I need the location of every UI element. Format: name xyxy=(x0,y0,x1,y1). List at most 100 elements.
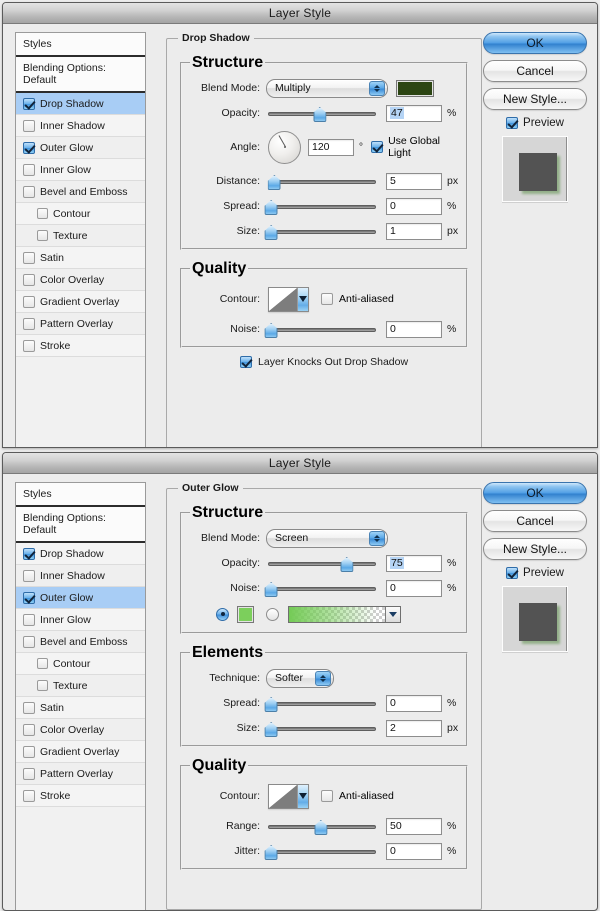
checkbox-icon[interactable] xyxy=(37,680,48,691)
spread-input[interactable]: 0 xyxy=(386,694,442,712)
checkbox-icon[interactable] xyxy=(23,163,35,176)
glow-color-swatch[interactable] xyxy=(237,605,254,623)
noise-slider[interactable] xyxy=(268,322,376,336)
slider-knob[interactable] xyxy=(265,845,276,858)
gradient-dropdown-arrow-icon[interactable] xyxy=(385,606,400,622)
sidebar-item-contour[interactable]: Contour xyxy=(16,653,145,675)
dialog-titlebar[interactable]: Layer Style xyxy=(3,453,597,474)
sidebar-item-inner-glow[interactable]: Inner Glow xyxy=(16,159,145,181)
checkbox-icon[interactable] xyxy=(23,339,35,352)
sidebar-item-gradient-overlay[interactable]: Gradient Overlay xyxy=(16,741,145,763)
cancel-button[interactable]: Cancel xyxy=(483,60,587,82)
size-input[interactable]: 1 xyxy=(386,222,442,240)
contour-thumbnail[interactable] xyxy=(268,286,309,312)
spread-slider[interactable] xyxy=(268,199,376,213)
distance-slider[interactable] xyxy=(268,174,376,188)
checkbox-icon[interactable] xyxy=(23,745,35,758)
noise-slider[interactable] xyxy=(268,581,376,595)
slider-knob[interactable] xyxy=(265,200,276,213)
sidebar-item-bevel-and-emboss[interactable]: Bevel and Emboss xyxy=(16,181,145,203)
jitter-slider[interactable] xyxy=(268,844,376,858)
sidebar-item-pattern-overlay[interactable]: Pattern Overlay xyxy=(16,313,145,335)
slider-knob[interactable] xyxy=(314,820,325,833)
angle-input[interactable]: 120 xyxy=(308,138,354,156)
checkbox-icon[interactable] xyxy=(23,273,35,286)
dialog-titlebar[interactable]: Layer Style xyxy=(3,3,597,24)
anti-aliased-checkbox[interactable] xyxy=(321,293,333,305)
sidebar-item-contour[interactable]: Contour xyxy=(16,203,145,225)
checkbox-icon[interactable] xyxy=(23,317,35,330)
technique-select[interactable]: Softer xyxy=(266,668,334,688)
spread-slider[interactable] xyxy=(268,696,376,710)
layer-knocks-out-checkbox[interactable] xyxy=(240,356,253,368)
size-slider[interactable] xyxy=(268,224,376,238)
checkbox-icon[interactable] xyxy=(23,789,35,802)
cancel-button[interactable]: Cancel xyxy=(483,510,587,532)
checkbox-icon[interactable] xyxy=(37,208,48,219)
sidebar-item-color-overlay[interactable]: Color Overlay xyxy=(16,719,145,741)
stepper-arrows-icon[interactable] xyxy=(315,670,331,686)
use-global-light-checkbox[interactable] xyxy=(371,141,384,153)
stepper-arrows-icon[interactable] xyxy=(369,530,385,546)
preview-checkbox[interactable] xyxy=(506,567,519,579)
checkbox-icon[interactable] xyxy=(23,295,35,308)
checkbox-icon[interactable] xyxy=(23,141,35,154)
checkbox-icon[interactable] xyxy=(23,569,35,582)
sidebar-item-bevel-and-emboss[interactable]: Bevel and Emboss xyxy=(16,631,145,653)
checkbox-icon[interactable] xyxy=(23,701,35,714)
checkbox-icon[interactable] xyxy=(23,119,35,132)
checkbox-icon[interactable] xyxy=(23,591,35,604)
checkbox-icon[interactable] xyxy=(23,767,35,780)
checkbox-icon[interactable] xyxy=(23,547,35,560)
slider-knob[interactable] xyxy=(265,697,276,710)
distance-input[interactable]: 5 xyxy=(386,172,442,190)
range-slider[interactable] xyxy=(268,819,376,833)
slider-knob[interactable] xyxy=(265,225,276,238)
preview-checkbox[interactable] xyxy=(506,117,519,129)
sidebar-item-color-overlay[interactable]: Color Overlay xyxy=(16,269,145,291)
opacity-slider[interactable] xyxy=(268,556,376,570)
noise-input[interactable]: 0 xyxy=(386,320,442,338)
blend-mode-select[interactable]: Screen xyxy=(266,528,388,548)
ok-button[interactable]: OK xyxy=(483,32,587,54)
contour-dropdown-arrow-icon[interactable] xyxy=(297,784,308,808)
new-style-button[interactable]: New Style... xyxy=(483,88,587,110)
sidebar-item-inner-glow[interactable]: Inner Glow xyxy=(16,609,145,631)
jitter-input[interactable]: 0 xyxy=(386,842,442,860)
glow-color-radio[interactable] xyxy=(216,607,229,621)
sidebar-item-stroke[interactable]: Stroke xyxy=(16,785,145,807)
sidebar-item-gradient-overlay[interactable]: Gradient Overlay xyxy=(16,291,145,313)
checkbox-icon[interactable] xyxy=(23,97,35,110)
glow-gradient-picker[interactable] xyxy=(288,605,401,623)
ok-button[interactable]: OK xyxy=(483,482,587,504)
slider-knob[interactable] xyxy=(265,722,276,735)
opacity-input[interactable]: 47 xyxy=(386,104,442,122)
checkbox-icon[interactable] xyxy=(37,230,48,241)
opacity-input[interactable]: 75 xyxy=(386,554,442,572)
styles-header[interactable]: Styles xyxy=(16,483,145,507)
blend-mode-select[interactable]: Multiply xyxy=(266,78,388,98)
range-input[interactable]: 50 xyxy=(386,817,442,835)
checkbox-icon[interactable] xyxy=(23,251,35,264)
contour-dropdown-arrow-icon[interactable] xyxy=(297,287,308,311)
styles-header[interactable]: Styles xyxy=(16,33,145,57)
sidebar-item-texture[interactable]: Texture xyxy=(16,675,145,697)
checkbox-icon[interactable] xyxy=(23,723,35,736)
slider-knob[interactable] xyxy=(265,323,276,336)
slider-knob[interactable] xyxy=(313,107,324,120)
checkbox-icon[interactable] xyxy=(37,658,48,669)
anti-aliased-checkbox[interactable] xyxy=(321,790,333,802)
angle-dial[interactable] xyxy=(268,130,301,164)
glow-gradient-radio[interactable] xyxy=(266,607,279,621)
sidebar-item-pattern-overlay[interactable]: Pattern Overlay xyxy=(16,763,145,785)
noise-input[interactable]: 0 xyxy=(386,579,442,597)
sidebar-item-drop-shadow[interactable]: Drop Shadow xyxy=(16,543,145,565)
checkbox-icon[interactable] xyxy=(23,613,35,626)
slider-knob[interactable] xyxy=(340,557,351,570)
checkbox-icon[interactable] xyxy=(23,635,35,648)
checkbox-icon[interactable] xyxy=(23,185,35,198)
opacity-slider[interactable] xyxy=(268,106,376,120)
sidebar-item-blending-options[interactable]: Blending Options: Default xyxy=(16,57,145,93)
slider-knob[interactable] xyxy=(265,582,276,595)
stepper-arrows-icon[interactable] xyxy=(369,80,385,96)
